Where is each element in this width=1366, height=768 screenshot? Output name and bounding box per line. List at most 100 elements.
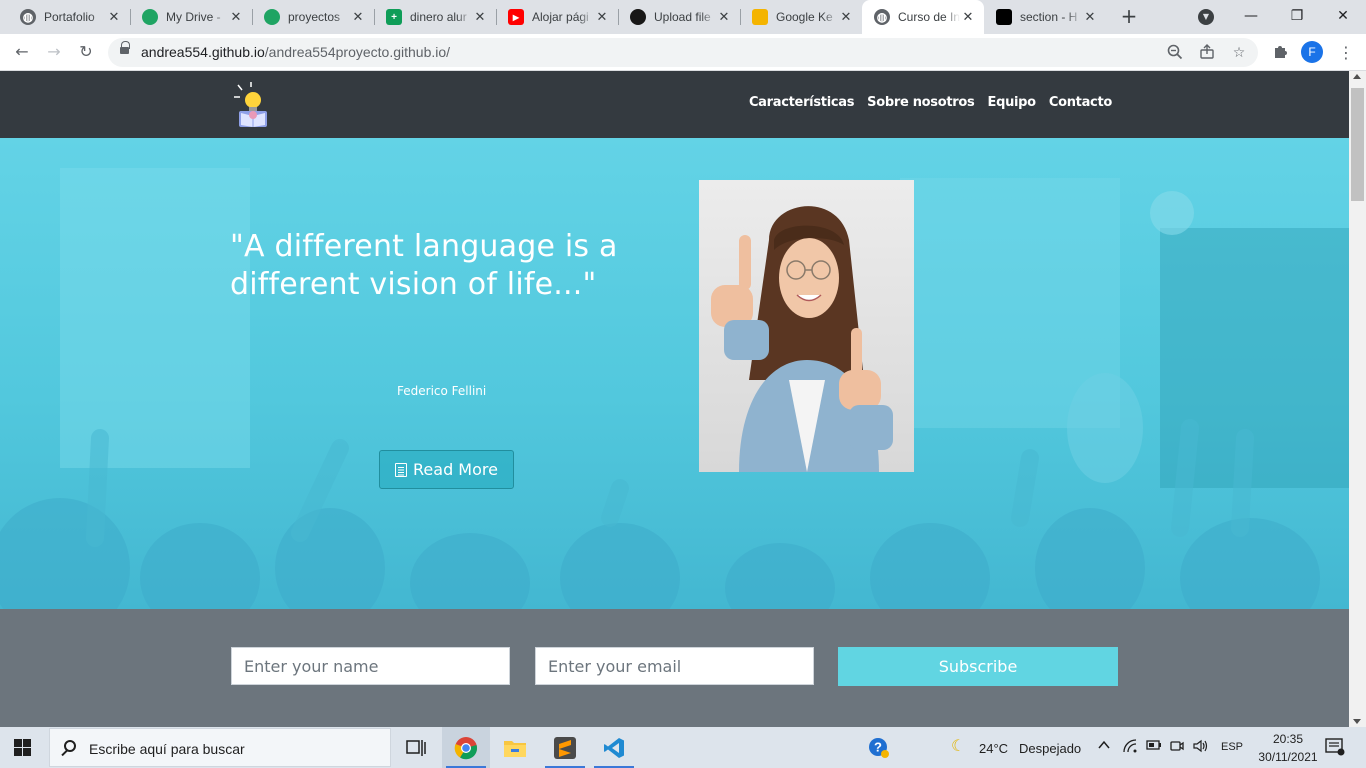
tab-close-icon[interactable]: ✕ <box>960 10 976 25</box>
sublime-text-icon[interactable] <box>541 727 589 768</box>
tab-close-icon[interactable]: ✕ <box>594 10 610 25</box>
scrollbar-thumb[interactable] <box>1351 88 1364 201</box>
windows-taskbar: Escribe aquí para buscar ? ☾ 24°C Despej… <box>0 727 1366 768</box>
browser-tab[interactable]: ◍ Portafolio ✕ <box>8 0 130 34</box>
tab-separator <box>618 9 619 25</box>
notifications-icon[interactable] <box>1325 738 1345 761</box>
taskbar-search-placeholder: Escribe aquí para buscar <box>89 741 245 757</box>
tab-separator <box>252 9 253 25</box>
share-icon[interactable] <box>1198 44 1216 62</box>
browser-tab[interactable]: ◍ Curso de In ✕ <box>862 0 984 34</box>
back-icon[interactable]: ← <box>12 42 32 62</box>
tab-close-icon[interactable]: ✕ <box>716 10 732 25</box>
new-tab-button[interactable]: + <box>1118 6 1140 28</box>
google-sheets-icon: + <box>386 9 402 25</box>
nav-link-equipo[interactable]: Equipo <box>987 95 1036 110</box>
scroll-up-icon[interactable] <box>1353 74 1361 79</box>
search-icon <box>64 740 76 752</box>
quote-author: Federico Fellini <box>397 384 487 398</box>
hero-quote: "A different language is a different vis… <box>230 229 618 302</box>
name-input[interactable] <box>231 647 510 685</box>
reload-icon[interactable]: ↻ <box>76 42 96 62</box>
minimize-icon[interactable]: — <box>1228 4 1274 28</box>
browser-tab[interactable]: proyectos ✕ <box>252 0 374 34</box>
browser-tab-title: My Drive - <box>166 10 221 24</box>
browser-tab-title: Google Ke <box>776 10 833 24</box>
subscribe-section: Subscribe <box>0 609 1349 727</box>
scroll-down-icon[interactable] <box>1353 719 1361 724</box>
extensions-icon[interactable] <box>1270 43 1290 63</box>
url-text[interactable]: andrea554.github.io/andrea554proyecto.gi… <box>141 44 450 60</box>
email-input[interactable] <box>535 647 814 685</box>
tab-close-icon[interactable]: ✕ <box>1082 10 1098 25</box>
page-scrollbar[interactable] <box>1349 71 1366 727</box>
google-keep-icon <box>752 9 768 25</box>
tab-close-icon[interactable]: ✕ <box>350 10 366 25</box>
hero-section: "A different language is a different vis… <box>0 138 1349 609</box>
browser-tab-title: proyectos <box>288 10 341 24</box>
file-explorer-icon[interactable] <box>491 727 539 768</box>
bookmark-star-icon[interactable]: ☆ <box>1230 44 1248 62</box>
codepen-icon <box>996 9 1012 25</box>
chrome-taskbar-icon[interactable] <box>442 727 490 768</box>
clock-date[interactable]: 30/11/2021 <box>1251 750 1325 764</box>
chevron-up-icon[interactable] <box>1098 739 1110 756</box>
tab-search-icon[interactable]: ▼ <box>1198 9 1214 25</box>
browser-tab[interactable]: Upload file ✕ <box>618 0 740 34</box>
page-viewport: Características Sobre nosotros Equipo Co… <box>0 71 1349 727</box>
meet-now-icon[interactable] <box>1170 739 1184 758</box>
url-host: andrea554.github.io <box>141 44 265 60</box>
google-drive-icon <box>264 9 280 25</box>
subscribe-button[interactable]: Subscribe <box>838 647 1118 686</box>
tab-close-icon[interactable]: ✕ <box>472 10 488 25</box>
tab-separator <box>130 9 131 25</box>
window-close-icon[interactable]: ✕ <box>1320 4 1366 28</box>
volume-icon[interactable] <box>1193 739 1209 758</box>
browser-menu-icon[interactable]: ⋮ <box>1336 43 1356 63</box>
tab-separator <box>496 9 497 25</box>
help-icon[interactable]: ? <box>868 737 890 764</box>
youtube-icon: ▶ <box>508 9 524 25</box>
input-language[interactable]: ESP <box>1221 741 1243 753</box>
restore-icon[interactable]: ❐ <box>1274 4 1320 28</box>
task-view-icon[interactable] <box>392 727 440 768</box>
tab-close-icon[interactable]: ✕ <box>838 10 854 25</box>
zoom-icon[interactable] <box>1166 44 1184 62</box>
wifi-icon[interactable] <box>1123 739 1137 758</box>
svg-text:?: ? <box>874 740 882 755</box>
student-thumbs-up-photo <box>699 180 914 472</box>
nav-link-contacto[interactable]: Contacto <box>1049 95 1112 110</box>
browser-tab[interactable]: + dinero alur ✕ <box>374 0 496 34</box>
read-more-label: Read More <box>413 460 498 479</box>
tab-close-icon[interactable]: ✕ <box>106 10 122 25</box>
profile-avatar[interactable]: F <box>1301 41 1323 63</box>
browser-tab[interactable]: Google Ke ✕ <box>740 0 862 34</box>
lightbulb-book-logo[interactable] <box>232 81 272 129</box>
address-bar[interactable]: andrea554.github.io/andrea554proyecto.gi… <box>108 38 1258 67</box>
browser-tab[interactable]: My Drive - ✕ <box>130 0 252 34</box>
weather-description[interactable]: Despejado <box>1019 741 1081 756</box>
browser-tab[interactable]: ▶ Alojar pági ✕ <box>496 0 618 34</box>
browser-tab-strip: ◍ Portafolio ✕ My Drive - ✕ proyectos ✕ + dinero… <box>0 0 1366 34</box>
browser-tab-title: section - H <box>1020 10 1078 24</box>
nav-link-sobre-nosotros[interactable]: Sobre nosotros <box>867 95 975 110</box>
browser-tab-title: Upload file <box>654 10 711 24</box>
lock-icon[interactable] <box>120 41 130 56</box>
tab-close-icon[interactable]: ✕ <box>228 10 244 25</box>
tab-separator <box>740 9 741 25</box>
weather-temperature[interactable]: 24°C <box>979 741 1008 756</box>
taskbar-search-box[interactable]: Escribe aquí para buscar <box>49 728 391 767</box>
read-more-button[interactable]: Read More <box>379 450 514 489</box>
nav-links: Características Sobre nosotros Equipo Co… <box>749 95 1112 110</box>
browser-tab[interactable]: section - H ✕ <box>984 0 1106 34</box>
battery-icon[interactable] <box>1146 739 1162 756</box>
forward-icon[interactable]: → <box>44 42 64 62</box>
clock-time[interactable]: 20:35 <box>1266 732 1310 746</box>
nav-link-caracteristicas[interactable]: Características <box>749 95 855 110</box>
browser-tab-title: Curso de In <box>898 10 960 24</box>
vscode-icon[interactable] <box>590 727 638 768</box>
moon-weather-icon[interactable]: ☾ <box>951 738 965 754</box>
browser-tab-title: Alojar pági <box>532 10 589 24</box>
browser-toolbar: ← → ↻ andrea554.github.io/andrea554proye… <box>0 34 1366 71</box>
windows-start-icon[interactable] <box>14 739 31 756</box>
